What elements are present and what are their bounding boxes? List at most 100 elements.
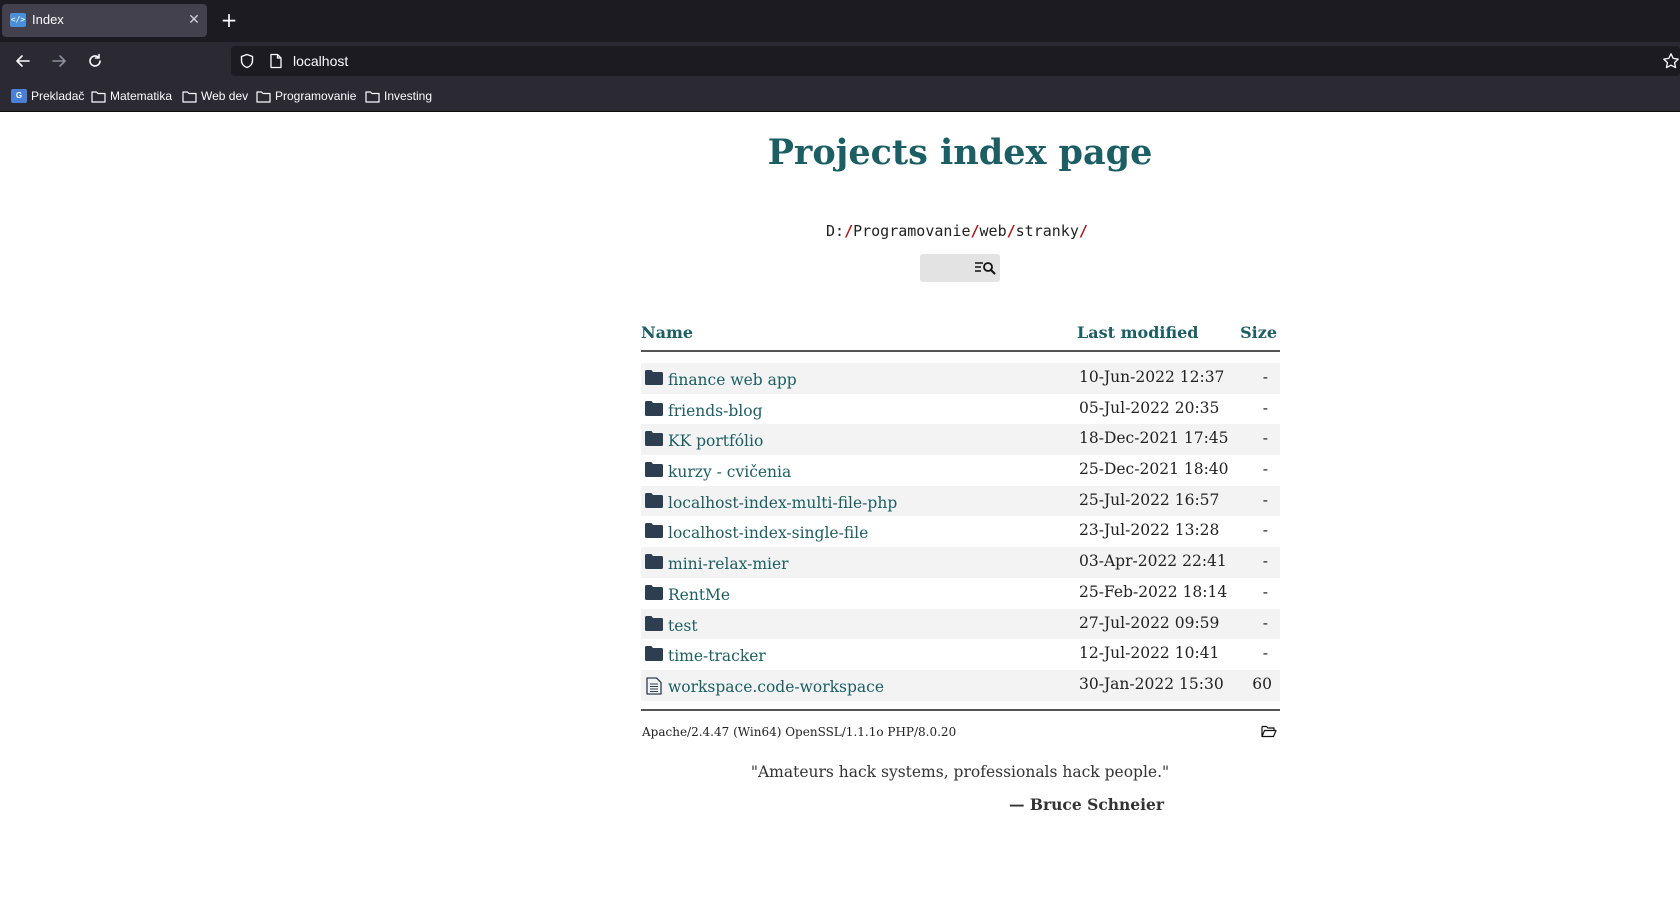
breadcrumb-separator: / xyxy=(1078,222,1088,240)
forward-arrow-icon[interactable] xyxy=(48,50,70,72)
file-size: - xyxy=(1262,398,1268,417)
new-tab-plus-icon[interactable]: + xyxy=(218,9,240,31)
breadcrumb-separator: / xyxy=(1006,222,1016,240)
bookmark-investing[interactable]: Investing xyxy=(365,88,432,104)
bookmark-matematika[interactable]: Matematika xyxy=(91,88,172,104)
reload-icon[interactable] xyxy=(84,50,106,72)
bookmark-programovanie[interactable]: Programovanie xyxy=(256,88,356,104)
folder-icon xyxy=(645,492,663,508)
table-footer: Apache/2.4.47 (Win64) OpenSSL/1.1.1o PHP… xyxy=(641,708,1280,743)
file-modified: 30-Jan-2022 15:30 xyxy=(1079,674,1224,693)
url-text[interactable]: localhost xyxy=(293,53,348,69)
folder-icon xyxy=(645,584,663,600)
file-modified: 03-Apr-2022 22:41 xyxy=(1079,552,1227,571)
folder-icon xyxy=(645,554,663,570)
list-search-icon xyxy=(974,260,996,280)
google-translate-icon: G xyxy=(11,89,27,103)
page-title: Projects index page xyxy=(767,132,1153,173)
file-size: - xyxy=(1262,582,1268,601)
folder-icon xyxy=(645,646,663,662)
table-row[interactable]: test 27-Jul-2022 09:59 - xyxy=(641,608,1280,640)
table-row[interactable]: kurzy - cvičenia 25-Dec-2021 18:40 - xyxy=(641,455,1280,486)
breadcrumb-stranky[interactable]: stranky xyxy=(1016,222,1079,240)
close-icon[interactable]: ✕ xyxy=(186,10,202,30)
folder-icon xyxy=(645,523,663,539)
file-name-link[interactable]: localhost-index-single-file xyxy=(668,524,868,542)
navigation-bar: localhost xyxy=(0,42,1680,79)
table-body: finance web app 10-Jun-2022 12:37 - frie… xyxy=(641,363,1280,701)
folder-icon xyxy=(645,400,663,416)
breadcrumb-programovanie[interactable]: Programovanie xyxy=(853,222,970,240)
column-size-header[interactable]: Size xyxy=(1240,323,1277,342)
table-row[interactable]: workspace.code-workspace 30-Jan-2022 15:… xyxy=(641,669,1280,701)
bookmark-web-dev[interactable]: Web dev xyxy=(182,88,248,104)
table-header: Name Last modified Size xyxy=(641,322,1280,352)
file-modified: 05-Jul-2022 20:35 xyxy=(1079,398,1220,417)
table-row[interactable]: RentMe 25-Feb-2022 18:14 - xyxy=(641,578,1280,609)
file-table: Name Last modified Size finance web app … xyxy=(641,322,1280,743)
quote-text: "Amateurs hack systems, professionals ha… xyxy=(750,763,1170,781)
tab-bar: </> Index ✕ + xyxy=(0,0,1680,42)
bookmarks-toolbar: G Prekladač Matematika Web dev Programov… xyxy=(0,79,1680,112)
file-text-icon xyxy=(646,677,662,695)
url-bar[interactable]: localhost xyxy=(231,46,1680,76)
file-size: - xyxy=(1262,552,1268,571)
bookmark-prekladac[interactable]: G Prekladač xyxy=(11,88,84,104)
folder-icon xyxy=(256,90,271,103)
open-folder-icon[interactable] xyxy=(1261,723,1277,742)
file-modified: 10-Jun-2022 12:37 xyxy=(1079,368,1225,386)
bookmark-label: Programovanie xyxy=(275,89,357,103)
file-name-link[interactable]: finance web app xyxy=(668,371,797,389)
server-signature: Apache/2.4.47 (Win64) OpenSSL/1.1.1o PHP… xyxy=(642,724,957,739)
file-name-link[interactable]: test xyxy=(668,617,698,635)
file-size: - xyxy=(1262,429,1268,448)
folder-icon xyxy=(645,431,663,447)
back-arrow-icon[interactable] xyxy=(12,50,34,72)
tab-title: Index xyxy=(32,12,64,27)
folder-icon xyxy=(365,90,380,103)
table-row[interactable]: KK portfólio 18-Dec-2021 17:45 - xyxy=(641,424,1280,456)
folder-icon xyxy=(182,90,197,103)
column-modified-header[interactable]: Last modified xyxy=(1077,323,1198,342)
table-row[interactable]: time-tracker 12-Jul-2022 10:41 - xyxy=(641,639,1280,670)
file-name-link[interactable]: KK portfólio xyxy=(668,432,763,450)
file-size: - xyxy=(1262,490,1268,509)
file-size: - xyxy=(1262,644,1268,663)
page-icon[interactable] xyxy=(269,53,283,73)
breadcrumb-web[interactable]: web xyxy=(980,222,1007,240)
file-modified: 25-Feb-2022 18:14 xyxy=(1079,582,1228,601)
table-row[interactable]: finance web app 10-Jun-2022 12:37 - xyxy=(641,363,1280,394)
quote-author: — Bruce Schneier xyxy=(1009,795,1165,814)
file-size: 60 xyxy=(1252,674,1272,693)
bookmark-label: Web dev xyxy=(201,89,249,103)
breadcrumb-drive[interactable]: D: xyxy=(826,222,844,240)
bookmark-star-icon[interactable] xyxy=(1662,52,1680,74)
page-content: Projects index page D:/Programovanie/web… xyxy=(0,112,1680,905)
breadcrumb-separator: / xyxy=(970,222,980,240)
file-size: - xyxy=(1262,460,1268,479)
file-name-link[interactable]: RentMe xyxy=(668,586,730,604)
file-size: - xyxy=(1262,613,1268,632)
table-row[interactable]: mini-relax-mier 03-Apr-2022 22:41 - xyxy=(641,547,1280,578)
shield-icon[interactable] xyxy=(239,53,255,73)
table-row[interactable]: friends-blog 05-Jul-2022 20:35 - xyxy=(641,394,1280,425)
search-filter-button[interactable] xyxy=(920,254,1000,282)
file-modified: 23-Jul-2022 13:28 xyxy=(1079,521,1220,540)
file-modified: 27-Jul-2022 09:59 xyxy=(1079,613,1220,632)
code-favicon-icon: </> xyxy=(10,13,26,27)
file-name-link[interactable]: workspace.code-workspace xyxy=(668,678,884,696)
bookmark-label: Prekladač xyxy=(31,89,85,103)
file-name-link[interactable]: friends-blog xyxy=(668,402,763,420)
bookmark-label: Matematika xyxy=(110,89,173,103)
breadcrumb: D:/Programovanie/web/stranky/ xyxy=(826,222,1088,240)
tab-index[interactable]: </> Index ✕ xyxy=(2,4,207,37)
file-name-link[interactable]: localhost-index-multi-file-php xyxy=(668,494,897,512)
column-name-header[interactable]: Name xyxy=(641,323,693,342)
bookmark-label: Investing xyxy=(384,89,433,103)
file-name-link[interactable]: kurzy - cvičenia xyxy=(668,463,791,481)
file-name-link[interactable]: mini-relax-mier xyxy=(668,555,789,573)
file-size: - xyxy=(1262,521,1268,540)
table-row[interactable]: localhost-index-single-file 23-Jul-2022 … xyxy=(641,516,1280,547)
file-name-link[interactable]: time-tracker xyxy=(668,647,766,665)
table-row[interactable]: localhost-index-multi-file-php 25-Jul-20… xyxy=(641,485,1280,517)
